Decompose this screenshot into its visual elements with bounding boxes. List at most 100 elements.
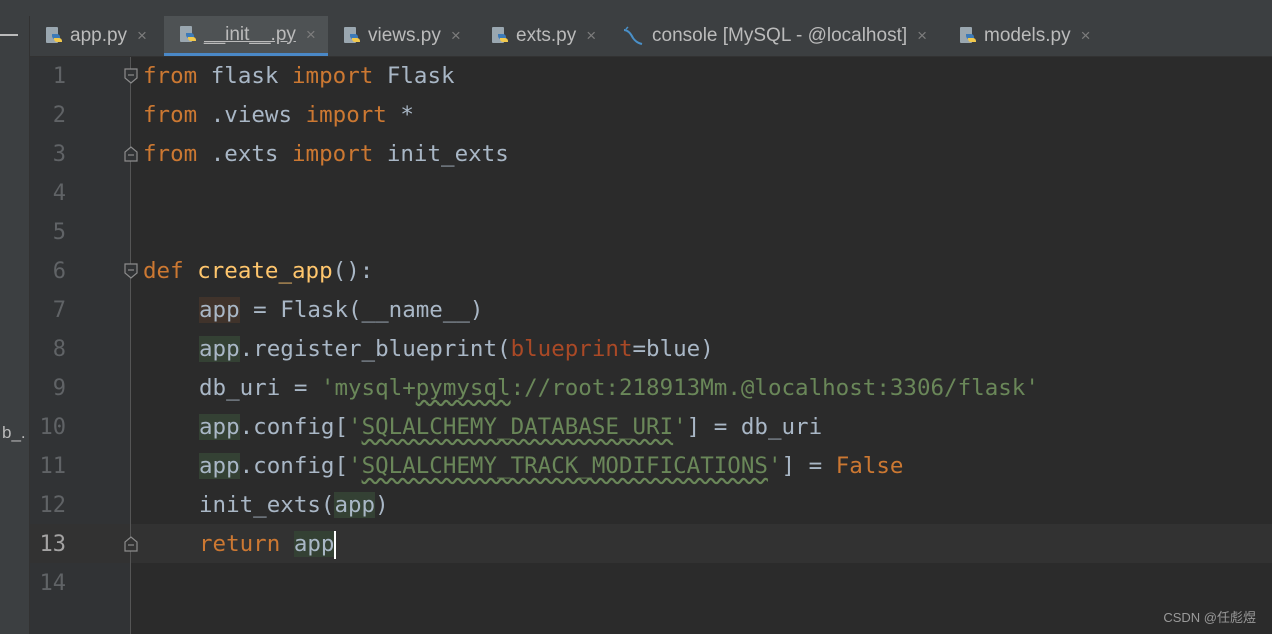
line-number: 3: [52, 142, 66, 167]
line-number: 10: [39, 415, 67, 440]
close-icon[interactable]: ×: [137, 26, 147, 46]
line-number: 4: [52, 181, 66, 206]
variable-highlight: app: [199, 414, 240, 440]
keyword: import: [292, 141, 374, 167]
code-line-13[interactable]: return app: [199, 525, 337, 564]
keyword: def: [143, 258, 184, 284]
keyword: from: [143, 63, 198, 89]
keyword: False: [835, 453, 904, 479]
tab-views-py[interactable]: views.py ×: [328, 16, 476, 56]
line-number: 5: [52, 220, 66, 245]
fold-close-icon[interactable]: [124, 536, 138, 552]
tab-label: views.py: [368, 25, 441, 46]
spellcheck-warning: SQLALCHEMY_TRACK_MODIFICATIONS: [361, 453, 768, 479]
python-file-icon: [492, 27, 508, 43]
line-number: 11: [39, 454, 67, 479]
fold-close-icon[interactable]: [124, 146, 138, 162]
close-icon[interactable]: ×: [917, 26, 927, 46]
keyword: from: [143, 141, 198, 167]
mysql-console-icon: [623, 26, 643, 45]
code-text: init_exts: [373, 141, 509, 167]
watermark: CSDN @任彪煜: [1163, 610, 1256, 625]
string-literal: ': [348, 414, 362, 440]
code-line-9[interactable]: db_uri = 'mysql+pymysql://root:218913Mm.…: [199, 369, 1039, 408]
line-number: 1: [52, 64, 66, 89]
variable-highlight: app: [199, 336, 240, 362]
tab-mysql-console[interactable]: console [MySQL - @localhost] ×: [608, 16, 944, 56]
code-text: .exts: [197, 141, 293, 167]
code-text: ] = db_uri: [686, 414, 823, 440]
tab-app-py[interactable]: app.py ×: [30, 16, 164, 56]
line-number: 2: [52, 103, 66, 128]
code-text: Flask: [373, 63, 455, 89]
code-text: ): [375, 492, 389, 518]
variable-highlight: app: [293, 531, 335, 557]
variable-highlight: app: [199, 453, 240, 479]
line-number: 12: [39, 493, 67, 518]
string-literal: mysql+: [334, 375, 416, 401]
string-literal: ': [348, 453, 362, 479]
tab-models-py[interactable]: models.py ×: [944, 16, 1116, 56]
code-text: *: [386, 102, 414, 128]
code-text: db_uri =: [199, 375, 321, 401]
line-number: 6: [52, 259, 66, 284]
code-text: ] =: [781, 453, 836, 479]
code-line-12[interactable]: init_exts(app): [199, 486, 389, 525]
code-text: =blue): [632, 336, 714, 362]
line-number: 9: [52, 376, 66, 401]
project-tree-cut-label[interactable]: b_.: [2, 423, 26, 443]
tab-exts-py[interactable]: exts.py ×: [476, 16, 608, 56]
code-text: .views: [197, 102, 306, 128]
spellcheck-warning: SQLALCHEMY_DATABASE_URI: [361, 414, 674, 440]
code-line-7[interactable]: app = Flask(__name__): [199, 291, 483, 330]
tab-label: console [MySQL - @localhost]: [652, 25, 908, 46]
text-caret: [334, 530, 337, 559]
python-file-icon: [46, 27, 62, 43]
code-line-11[interactable]: app.config['SQLALCHEMY_TRACK_MODIFICATIO…: [199, 447, 903, 486]
string-literal: ': [767, 453, 782, 479]
fold-open-icon[interactable]: [124, 68, 138, 84]
code-text: = Flask(__name__): [239, 297, 484, 323]
code-text: .config[: [239, 453, 349, 479]
tab-label: models.py: [984, 25, 1071, 46]
variable-highlight: app: [334, 492, 376, 518]
variable-highlight: app: [199, 297, 240, 323]
fold-open-icon[interactable]: [124, 263, 138, 279]
close-icon[interactable]: ×: [1081, 26, 1091, 46]
code-text: init_exts(: [199, 492, 335, 518]
panel-minimize-icon[interactable]: [0, 34, 18, 36]
python-file-icon: [344, 27, 360, 43]
param-name: blueprint: [510, 336, 633, 362]
code-text: .register_blueprint(: [239, 336, 511, 362]
tab-init-py[interactable]: __init__.py ×: [164, 16, 328, 56]
code-line-3[interactable]: from .exts import init_exts: [143, 135, 509, 174]
code-line-10[interactable]: app.config['SQLALCHEMY_DATABASE_URI'] = …: [199, 408, 822, 447]
code-line-1[interactable]: from flask import Flask: [143, 57, 455, 96]
string-literal: ': [1025, 375, 1039, 401]
keyword: return: [199, 531, 281, 557]
close-icon[interactable]: ×: [306, 25, 316, 45]
code-line-6[interactable]: def create_app():: [143, 252, 373, 291]
spellcheck-warning: pymysql: [415, 375, 511, 401]
line-number: 7: [52, 298, 66, 323]
keyword: import: [292, 63, 374, 89]
close-icon[interactable]: ×: [586, 26, 596, 46]
code-line-8[interactable]: app.register_blueprint(blueprint=blue): [199, 330, 714, 369]
tab-label: __init__.py: [204, 23, 296, 45]
code-text: ():: [332, 258, 374, 284]
tab-label: exts.py: [516, 25, 577, 46]
keyword: import: [305, 102, 387, 128]
string-literal: ://root:218913Mm.@localhost:3306/flask: [510, 375, 1026, 401]
string-literal: ': [320, 375, 335, 401]
code-text: .config[: [239, 414, 349, 440]
project-tool-panel[interactable]: b_.: [0, 16, 30, 634]
close-icon[interactable]: ×: [451, 26, 461, 46]
keyword: from: [143, 102, 198, 128]
line-number-current: 13: [39, 532, 67, 557]
line-number: 8: [52, 337, 66, 362]
code-line-2[interactable]: from .views import *: [143, 96, 414, 135]
line-number: 14: [39, 571, 67, 596]
editor-tab-bar: app.py × __init__.py × views.py × exts.p…: [30, 16, 1272, 57]
